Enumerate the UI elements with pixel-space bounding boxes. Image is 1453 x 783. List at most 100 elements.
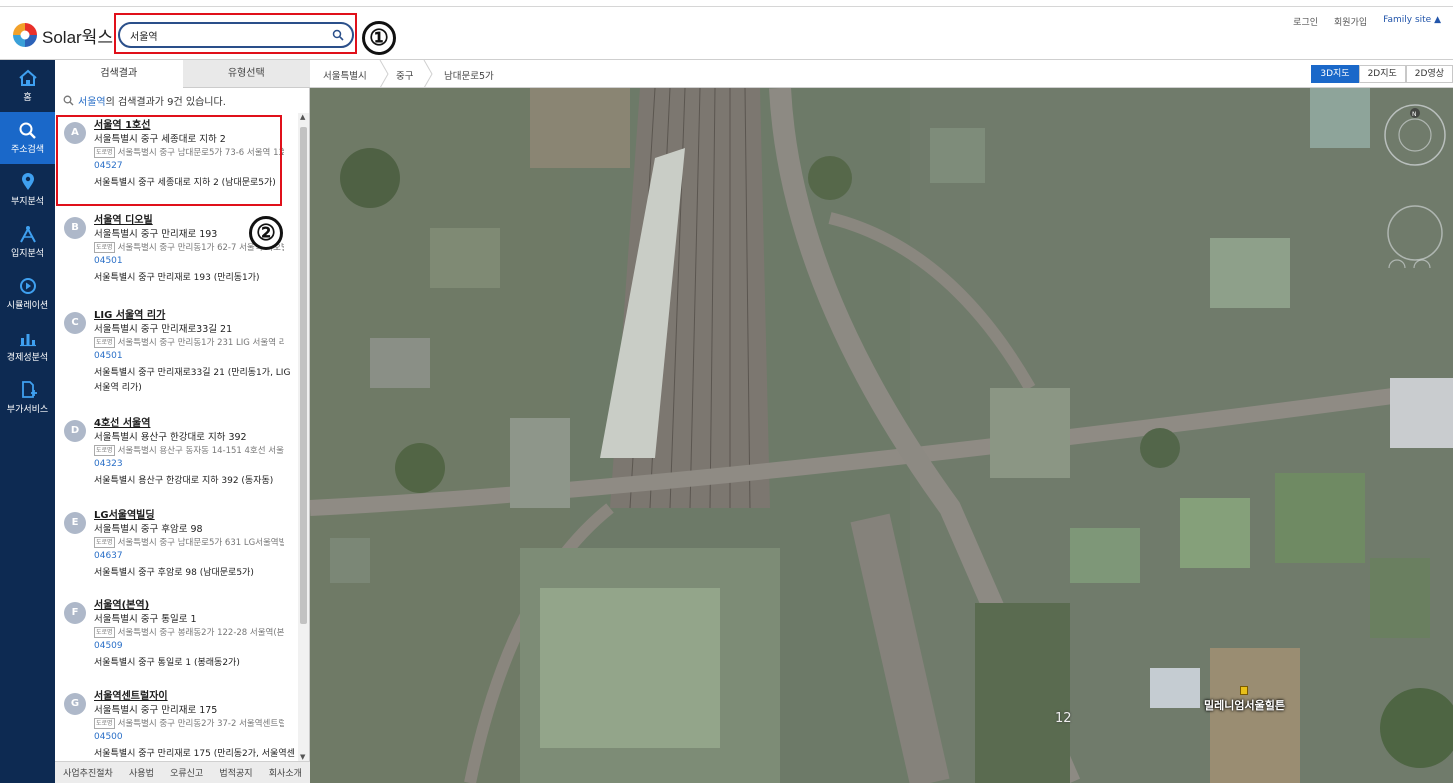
tab-search-results[interactable]: 검색결과: [55, 60, 183, 88]
search-input[interactable]: [130, 27, 330, 43]
result-lot-address: 서울특별시 중구 남대문로5가 73-6 서울역 1호선: [117, 148, 284, 158]
map-pin-icon: [21, 173, 34, 190]
app-root: Solar웍스 ① 로그인 회원가입 Family site ▲ 홈 주소검색: [0, 0, 1453, 783]
nav-label-location-analysis: 입지분석: [10, 249, 45, 259]
search-icon: [63, 95, 74, 106]
map-mode-2d[interactable]: 2D지도: [1358, 65, 1406, 83]
list-item[interactable]: D 4호선 서울역 서울특별시 용산구 한강대로 지하 392 도로명 서울특별시…: [55, 411, 298, 506]
result-name-link[interactable]: 서울역 1호선: [94, 116, 150, 131]
summary-text: 의 검색결과가 9건 있습니다.: [105, 97, 226, 108]
road-name-tag: 도로명: [94, 242, 115, 253]
result-full-address: 서울특별시 중구 만리재로 175 (만리동2가, 서울역센: [94, 749, 295, 759]
list-item[interactable]: E LG서울역빌딩 서울특별시 중구 후암로 98 도로명 서울특별시 중구 남대…: [55, 503, 298, 598]
top-links: 로그인 회원가입 Family site ▲: [1293, 15, 1441, 28]
result-full-address: 서울특별시 중구 세종대로 지하 2 (남대문로5가): [94, 178, 276, 188]
navigation-control[interactable]: [1380, 198, 1450, 268]
poi-marker-icon[interactable]: [1240, 686, 1248, 695]
list-item[interactable]: F 서울역(본역) 서울특별시 중구 통일로 1 도로명 서울특별시 중구 봉래동…: [55, 593, 298, 688]
map-view[interactable]: N 밀레니엄서울힐튼 12: [310, 88, 1453, 783]
results-scrollbar[interactable]: ▲ ▼: [298, 113, 309, 765]
scroll-up-arrow-icon[interactable]: ▲: [300, 113, 305, 121]
result-letter-badge: C: [64, 312, 86, 334]
footer-link-company[interactable]: 회사소개: [269, 766, 302, 779]
map-mode-toggle: 3D지도 2D지도 2D영상: [1311, 65, 1453, 83]
document-add-icon: [21, 381, 37, 398]
home-icon: [18, 69, 37, 86]
nav-label-site-analysis: 부지분석: [10, 197, 45, 207]
result-zipcode: 04637: [94, 551, 123, 561]
footer-link-process[interactable]: 사업추진절차: [63, 766, 113, 779]
result-full-address: 서울특별시 용산구 한강대로 지하 392 (동자동): [94, 476, 274, 486]
result-lot-address-row: 도로명 서울특별시 중구 남대문로5가 73-6 서울역 1호선: [94, 146, 284, 158]
result-lot-address: 서울특별시 중구 봉래동2가 122-28 서울역(본역): [117, 628, 284, 638]
result-zipcode: 04500: [94, 732, 123, 742]
result-zipcode: 04501: [94, 256, 123, 266]
search-icon: [19, 122, 36, 139]
result-full-address: 서울특별시 중구 통일로 1 (봉래동2가): [94, 658, 240, 668]
result-lot-address: 서울특별시 중구 만리동2가 37-2 서울역센트럴자이: [117, 719, 284, 729]
result-letter-badge: G: [64, 693, 86, 715]
search-icon[interactable]: [332, 29, 344, 41]
result-lot-address: 서울특별시 용산구 동자동 14-151 4호선 서울역: [117, 446, 284, 456]
nav-item-location-analysis[interactable]: 입지분석: [0, 216, 55, 268]
logo[interactable]: Solar웍스: [12, 22, 113, 48]
summary-keyword: 서울역: [78, 97, 106, 108]
nav-item-economic-analysis[interactable]: 경제성분석: [0, 320, 55, 372]
result-road-address: 서울특별시 중구 만리재로 193: [94, 229, 218, 240]
footer-link-error-report[interactable]: 오류신고: [170, 766, 203, 779]
result-name-link[interactable]: 서울역 디오빌: [94, 211, 153, 226]
signup-link[interactable]: 회원가입: [1334, 15, 1367, 28]
result-name-link[interactable]: LG서울역빌딩: [94, 506, 155, 521]
footer-link-legal[interactable]: 법적공지: [219, 766, 252, 779]
svg-text:N: N: [1412, 111, 1417, 118]
breadcrumb-district[interactable]: 중구: [396, 68, 413, 82]
list-item[interactable]: C LIG 서울역 리가 서울특별시 중구 만리재로33길 21 도로명 서울특별…: [55, 303, 298, 398]
breadcrumb: 서울특별시 중구 남대문로5가 3D지도 2D지도 2D영상: [310, 60, 1453, 88]
compass-control[interactable]: N: [1380, 100, 1450, 170]
nav-item-simulation[interactable]: 시뮬레이션: [0, 268, 55, 320]
nav-label-economic-analysis: 경제성분석: [6, 353, 49, 363]
tab-type-select[interactable]: 유형선택: [182, 60, 310, 88]
result-lot-address-row: 도로명 서울특별시 중구 만리동2가 37-2 서울역센트럴자이: [94, 717, 284, 729]
result-letter-badge: F: [64, 602, 86, 624]
result-name-link[interactable]: 서울역센트럴자이: [94, 687, 168, 702]
breadcrumb-dong[interactable]: 남대문로5가: [444, 68, 494, 82]
result-zipcode: 04501: [94, 351, 123, 361]
nav-item-home[interactable]: 홈: [0, 60, 55, 112]
compass-icon: N: [1384, 104, 1446, 166]
road-name-tag: 도로명: [94, 445, 115, 456]
result-lot-address-row: 도로명 서울특별시 중구 봉래동2가 122-28 서울역(본역): [94, 626, 284, 638]
result-lot-address-row: 도로명 서울특별시 중구 남대문로5가 631 LG서울역빌딩: [94, 536, 284, 548]
nav-item-site-analysis[interactable]: 부지분석: [0, 164, 55, 216]
footer-link-usage[interactable]: 사용법: [129, 766, 154, 779]
list-item[interactable]: G 서울역센트럴자이 서울특별시 중구 만리재로 175 도로명 서울특별시 중구…: [55, 684, 298, 761]
result-name-link[interactable]: 서울역(본역): [94, 596, 149, 611]
road-name-tag: 도로명: [94, 537, 115, 548]
result-full-address: 서울특별시 중구 만리재로33길 21 (만리동1가, LIG 서울역 리가): [94, 368, 291, 393]
results-list: A 서울역 1호선 서울특별시 중구 세종대로 지하 2 도로명 서울특별시 중구…: [55, 113, 298, 761]
breadcrumb-city[interactable]: 서울특별시: [323, 68, 367, 82]
map-mode-3d[interactable]: 3D지도: [1311, 65, 1359, 83]
family-site-link[interactable]: Family site ▲: [1383, 15, 1441, 28]
result-name-link[interactable]: LIG 서울역 리가: [94, 306, 165, 321]
bar-chart-icon: [19, 334, 36, 347]
poi-label[interactable]: 밀레니엄서울힐튼: [1204, 697, 1285, 713]
result-zipcode: 04509: [94, 641, 123, 651]
satellite-map-image: [310, 88, 1453, 783]
pan-control-icon: [1387, 205, 1443, 268]
login-link[interactable]: 로그인: [1293, 15, 1318, 28]
map-mode-2d-imagery[interactable]: 2D영상: [1405, 65, 1453, 83]
list-item[interactable]: A 서울역 1호선 서울특별시 중구 세종대로 지하 2 도로명 서울특별시 중구…: [55, 113, 298, 208]
result-name-link[interactable]: 4호선 서울역: [94, 414, 150, 429]
road-name-tag: 도로명: [94, 337, 115, 348]
scrollbar-thumb[interactable]: [300, 127, 307, 624]
result-road-address: 서울특별시 중구 세종대로 지하 2: [94, 134, 226, 145]
nav-item-address-search[interactable]: 주소검색: [0, 112, 55, 164]
scroll-down-arrow-icon[interactable]: ▼: [300, 753, 305, 761]
result-road-address: 서울특별시 중구 후암로 98: [94, 524, 203, 535]
nav-item-extra-services[interactable]: 부가서비스: [0, 372, 55, 424]
search-panel: 검색결과 유형선택 서울역의 검색결과가 9건 있습니다. A 서울역 1호선 …: [55, 60, 310, 783]
result-letter-badge: D: [64, 420, 86, 442]
result-full-address: 서울특별시 중구 만리재로 193 (만리동1가): [94, 273, 260, 283]
result-road-address: 서울특별시 중구 통일로 1: [94, 614, 197, 625]
